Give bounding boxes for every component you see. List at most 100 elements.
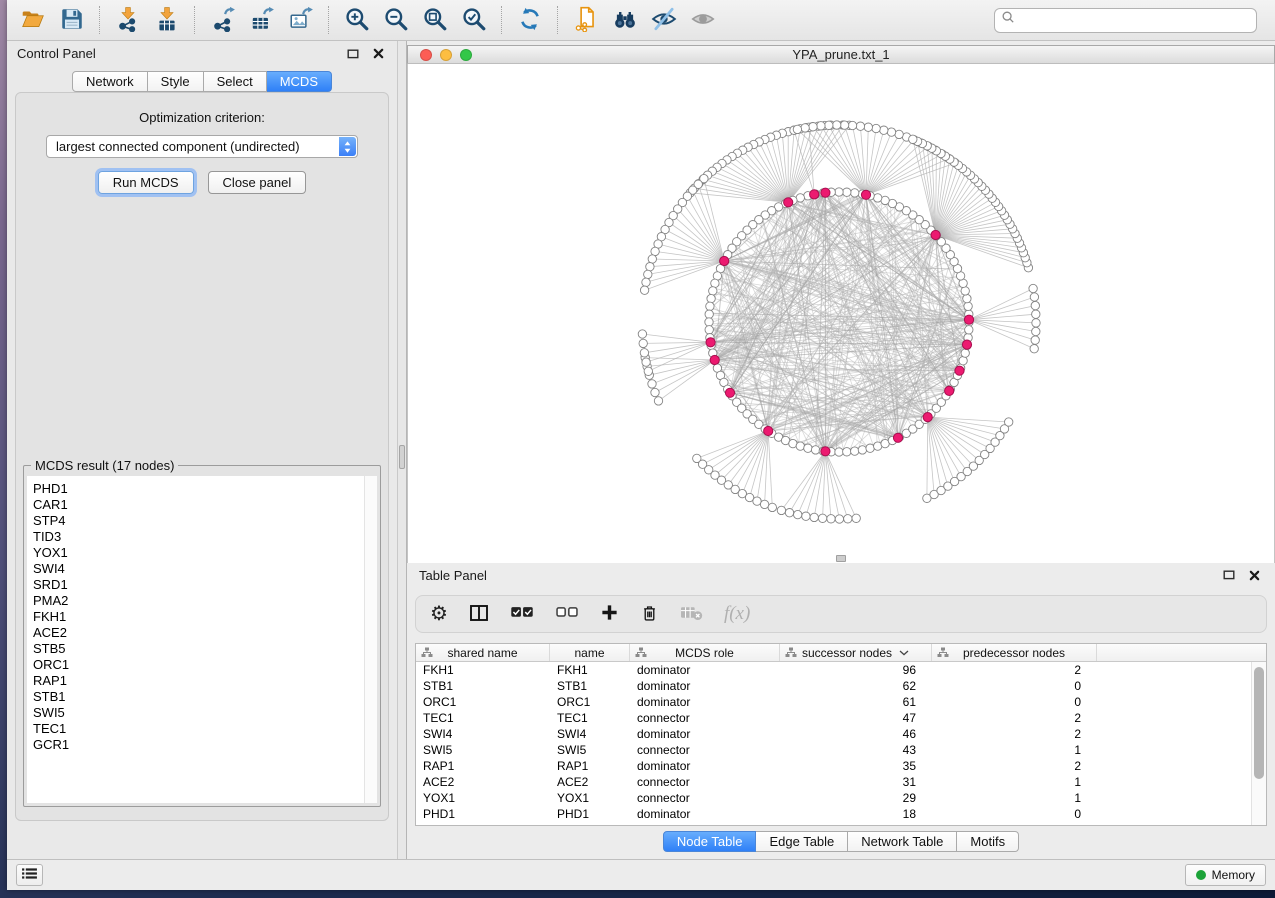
table-panel-close-button[interactable] [1245,567,1263,583]
table-scrollbar[interactable] [1251,662,1266,825]
import-network-button[interactable] [108,4,147,37]
search-box[interactable] [994,8,1257,33]
column-header-shared-name[interactable]: shared name [416,644,550,661]
column-header-name[interactable]: name [550,644,630,661]
network-node[interactable] [858,446,866,454]
mcds-hub-node[interactable] [725,388,734,397]
mcds-hub-node[interactable] [821,188,830,197]
network-node[interactable] [887,128,895,136]
mcds-result-scrollbar[interactable] [364,476,377,803]
network-node[interactable] [640,286,648,294]
cell-shared-name[interactable]: TEC1 [416,711,550,725]
table-row[interactable]: SWI5SWI5connector431 [416,742,1251,758]
network-node[interactable] [804,444,812,452]
table-row[interactable]: PHD1PHD1dominator180 [416,806,1251,822]
column-header-predecessor-nodes[interactable]: predecessor nodes [932,644,1097,661]
mcds-hub-node[interactable] [764,426,773,435]
mcds-hub-node[interactable] [720,256,729,265]
select-first-neighbors-button[interactable] [605,4,644,37]
table-scrollbar-thumb[interactable] [1254,667,1264,779]
cell-successor-nodes[interactable]: 61 [780,695,932,709]
export-network-button[interactable] [203,4,242,37]
network-node[interactable] [840,121,848,129]
network-node[interactable] [642,278,650,286]
cell-name[interactable]: FKH1 [550,663,630,677]
tab-network[interactable]: Network [72,71,148,92]
network-canvas[interactable] [407,64,1275,563]
network-node[interactable] [639,339,647,347]
mcds-result-item[interactable]: STB5 [33,641,377,657]
table-tab-motifs[interactable]: Motifs [957,831,1019,852]
cell-successor-nodes[interactable]: 47 [780,711,932,725]
network-node[interactable] [1032,327,1040,335]
import-table-button[interactable] [147,4,186,37]
network-node[interactable] [811,446,819,454]
column-header-MCDS-role[interactable]: MCDS role [630,644,780,661]
network-node[interactable] [810,513,818,521]
cell-shared-name[interactable]: ACE2 [416,775,550,789]
network-node[interactable] [856,122,864,130]
cell-successor-nodes[interactable]: 46 [780,727,932,741]
horizontal-splitter-handle[interactable] [836,555,846,562]
mcds-hub-node[interactable] [893,433,902,442]
network-node[interactable] [851,447,859,455]
tab-select[interactable]: Select [204,71,267,92]
add-column-button[interactable] [600,599,619,629]
network-node[interactable] [835,188,843,196]
network-node[interactable] [640,349,648,357]
tab-style[interactable]: Style [148,71,204,92]
export-table-button[interactable] [242,4,281,37]
network-node[interactable] [835,515,843,523]
table-tab-node-table[interactable]: Node Table [663,831,757,852]
cell-name[interactable]: SWI4 [550,727,630,741]
cell-predecessor-nodes[interactable]: 1 [932,775,1097,789]
mcds-hub-node[interactable] [784,198,793,207]
network-node[interactable] [794,510,802,518]
mcds-hub-node[interactable] [955,366,964,375]
network-node[interactable] [817,122,825,130]
tab-mcds[interactable]: MCDS [267,71,332,92]
mcds-result-item[interactable]: ACE2 [33,625,377,641]
cell-mcds-role[interactable]: connector [630,775,780,789]
network-node[interactable] [646,263,654,271]
deselect-all-rows-button[interactable] [555,599,579,629]
network-node[interactable] [963,294,971,302]
network-node[interactable] [1032,319,1040,327]
cell-name[interactable]: ORC1 [550,695,630,709]
cell-name[interactable]: PHD1 [550,807,630,821]
cell-mcds-role[interactable]: connector [630,711,780,725]
network-node[interactable] [895,130,903,138]
network-node[interactable] [866,444,874,452]
mcds-result-item[interactable]: STP4 [33,513,377,529]
cell-successor-nodes[interactable]: 96 [780,663,932,677]
network-node[interactable] [827,515,835,523]
network-node[interactable] [818,514,826,522]
network-node[interactable] [793,125,801,133]
network-node[interactable] [801,124,809,132]
network-node[interactable] [796,442,804,450]
cell-name[interactable]: SWI5 [550,743,630,757]
mcds-hub-node[interactable] [962,340,971,349]
network-node[interactable] [651,388,659,396]
cell-shared-name[interactable]: PHD1 [416,807,550,821]
network-node[interactable] [777,506,785,514]
network-node[interactable] [851,189,859,197]
mcds-hub-node[interactable] [923,413,932,422]
mcds-hub-node[interactable] [931,230,940,239]
zoom-in-button[interactable] [337,4,376,37]
mcds-result-item[interactable]: TID3 [33,529,377,545]
table-row[interactable]: ACE2ACE2connector311 [416,774,1251,790]
network-node[interactable] [1032,310,1040,318]
mcds-hub-node[interactable] [710,355,719,364]
table-tab-edge-table[interactable]: Edge Table [756,831,848,852]
cell-mcds-role[interactable]: dominator [630,663,780,677]
table-tab-network-table[interactable]: Network Table [848,831,957,852]
mcds-result-item[interactable]: SWI5 [33,705,377,721]
network-node[interactable] [848,121,856,129]
network-node[interactable] [644,270,652,278]
cell-predecessor-nodes[interactable]: 0 [932,695,1097,709]
select-all-rows-button[interactable] [510,599,534,629]
zoom-fit-content-button[interactable] [415,4,454,37]
mcds-result-item[interactable]: CAR1 [33,497,377,513]
network-node[interactable] [959,357,967,365]
